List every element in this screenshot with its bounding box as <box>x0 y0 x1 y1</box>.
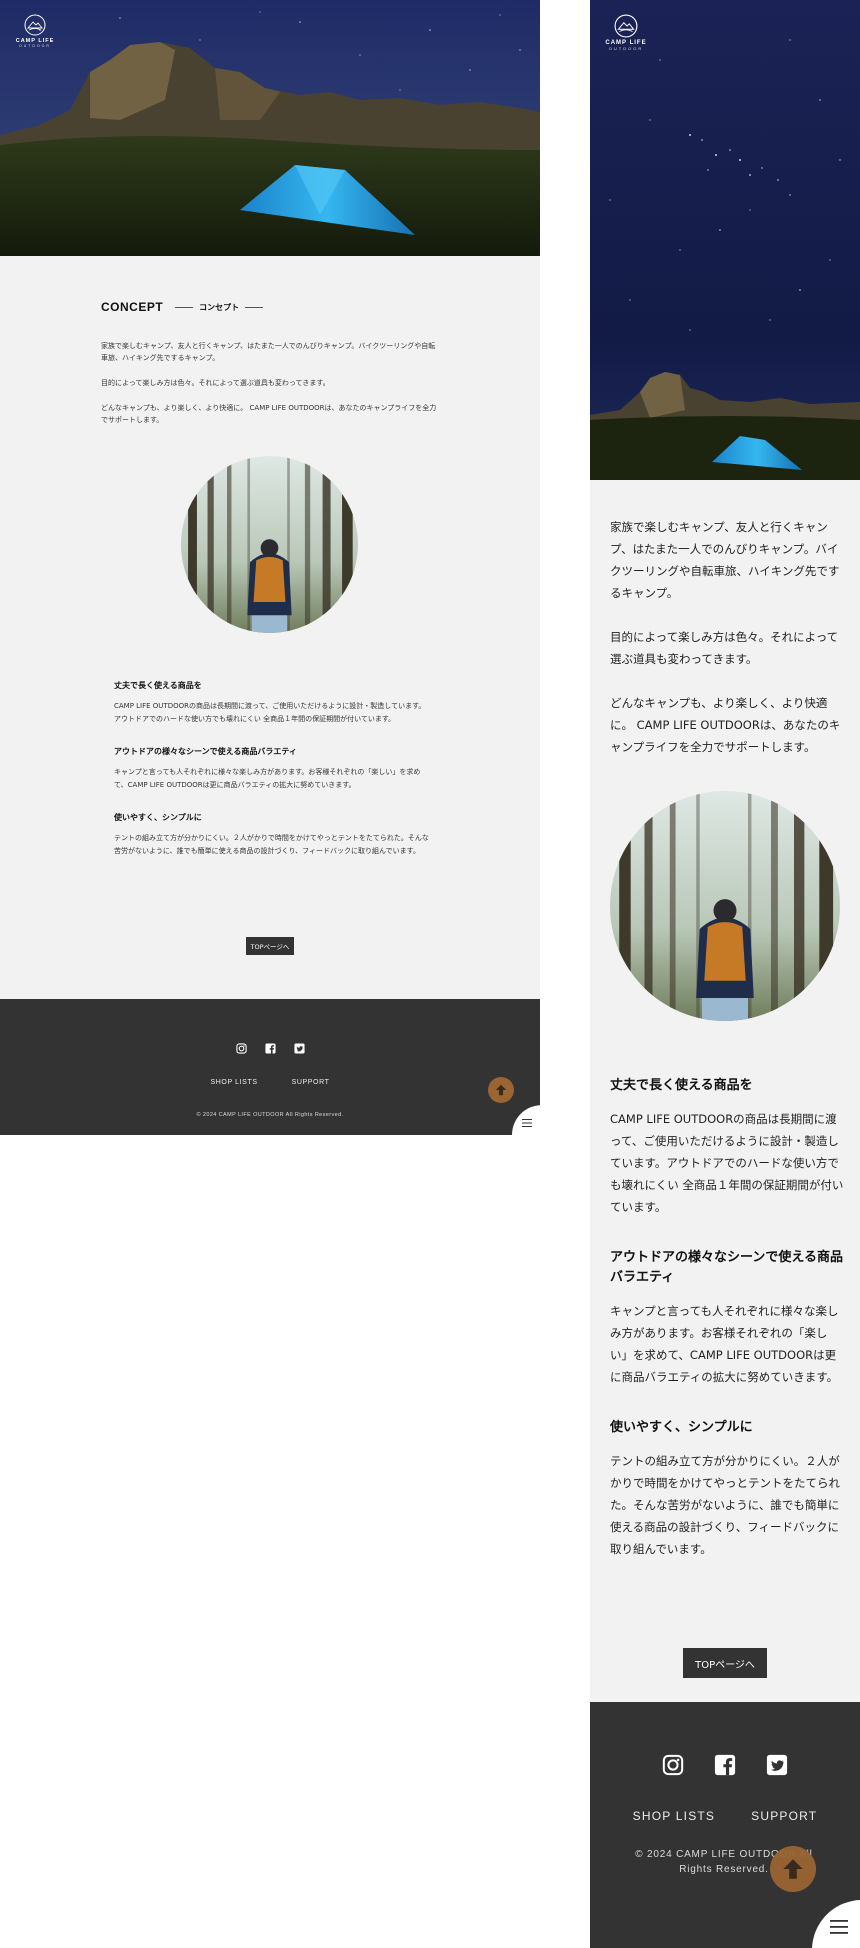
copyright: © 2024 CAMP LIFE OUTDOOR All Rights Rese… <box>196 1112 344 1118</box>
concept-paragraph: どんなキャンプも、より楽しく、より快適に。 CAMP LIFE OUTDOORは… <box>101 404 437 424</box>
concept-heading: CONCEPT コンセプト <box>101 298 441 316</box>
scroll-to-top-button[interactable] <box>770 1846 816 1892</box>
scroll-to-top-button[interactable] <box>488 1077 514 1103</box>
instagram-icon[interactable] <box>235 1039 247 1058</box>
arrow-up-icon <box>495 1084 507 1096</box>
twitter-icon[interactable] <box>293 1039 305 1058</box>
feature-title: アウトドアの様々なシーンで使える商品バラエティ <box>114 747 297 756</box>
footer-link-shop-lists[interactable]: SHOP LISTS <box>633 1809 715 1823</box>
menu-button[interactable] <box>512 1105 540 1135</box>
concept-subtitle: コンセプト <box>199 302 240 312</box>
feature-body: キャンプと言っても人それぞれに様々な楽しみ方があります。お客様それぞれの「楽しい… <box>114 768 421 789</box>
hamburger-icon <box>830 1920 848 1934</box>
hero-image <box>0 0 540 256</box>
concept-title: CONCEPT <box>101 300 164 314</box>
feature-item: 丈夫で長く使える商品を CAMP LIFE OUTDOORの商品は長期間に渡って… <box>114 680 429 726</box>
top-page-button[interactable]: TOPページへ <box>246 937 294 955</box>
logo-sub: OUTDOOR <box>608 46 644 51</box>
feature-body: CAMP LIFE OUTDOORの商品は長期間に渡って、ご使用いただけるように… <box>610 1112 844 1214</box>
concept-text: 家族で楽しむキャンプ、友人と行くキャンプ、はたまた一人でのんびりキャンプ。バイク… <box>101 340 441 426</box>
footer-nav: SHOP LISTS SUPPORT <box>590 1809 860 1823</box>
facebook-icon[interactable] <box>264 1039 276 1058</box>
feature-body: テントの組み立て方が分かりにくい。２人がかりで時間をかけてやっとテントをたてられ… <box>610 1454 840 1556</box>
concept-paragraph: 目的によって楽しみ方は色々。それによって選ぶ道具も変わってきます。 <box>610 630 839 666</box>
footer: SHOP LISTS SUPPORT © 2024 CAMP LIFE OUTD… <box>590 1702 860 1948</box>
features-list: 丈夫で長く使える商品を CAMP LIFE OUTDOORの商品は長期間に渡って… <box>114 680 429 878</box>
canvas: CAMP LIFE OUTDOOR CONCEPT コンセプト 家族で楽しむキャ… <box>0 0 860 1948</box>
mobile-view: CAMP LIFE OUTDOOR 家族で楽しむキャンプ、友人と行くキャンプ、は… <box>590 0 860 1948</box>
hero-image <box>590 0 860 480</box>
forest-hiker-image <box>610 791 840 1021</box>
concept-paragraph: 家族で楽しむキャンプ、友人と行くキャンプ、はたまた一人でのんびりキャンプ。バイク… <box>101 342 436 362</box>
top-page-button[interactable]: TOPページへ <box>683 1648 767 1678</box>
feature-title: 使いやすく、シンプルに <box>114 813 202 822</box>
menu-button[interactable] <box>812 1900 860 1948</box>
twitter-icon[interactable] <box>766 1754 788 1780</box>
concept-paragraph: 目的によって楽しみ方は色々。それによって選ぶ道具も変わってきます。 <box>101 379 330 387</box>
feature-item: 使いやすく、シンプルに テントの組み立て方が分かりにくい。２人がかりで時間をかけ… <box>610 1418 844 1560</box>
site-logo[interactable]: CAMP LIFE OUTDOOR <box>603 14 649 51</box>
instagram-icon[interactable] <box>662 1754 684 1780</box>
features-list: 丈夫で長く使える商品を CAMP LIFE OUTDOORの商品は長期間に渡って… <box>610 1076 844 1590</box>
concept-section: CONCEPT コンセプト 家族で楽しむキャンプ、友人と行くキャンプ、はたまた一… <box>101 298 441 426</box>
social-links <box>590 1754 860 1780</box>
hamburger-icon <box>522 1119 532 1127</box>
divider <box>175 306 194 308</box>
social-links <box>0 1039 540 1058</box>
logo-mountain-icon <box>614 14 638 38</box>
desktop-view: CAMP LIFE OUTDOOR CONCEPT コンセプト 家族で楽しむキャ… <box>0 0 540 1135</box>
logo-sub: OUTDOOR <box>19 44 51 48</box>
site-logo[interactable]: CAMP LIFE OUTDOOR <box>14 14 56 48</box>
footer-link-shop-lists[interactable]: SHOP LISTS <box>210 1079 257 1086</box>
footer-nav: SHOP LISTS SUPPORT <box>0 1079 540 1086</box>
divider <box>245 306 264 308</box>
feature-title: 丈夫で長く使える商品を <box>610 1078 753 1093</box>
feature-title: 丈夫で長く使える商品を <box>114 681 202 690</box>
concept-paragraph: どんなキャンプも、より楽しく、より快適に。 CAMP LIFE OUTDOORは… <box>610 696 841 754</box>
feature-item: 使いやすく、シンプルに テントの組み立て方が分かりにくい。２人がかりで時間をかけ… <box>114 812 429 858</box>
concept-text: 家族で楽しむキャンプ、友人と行くキャンプ、はたまた一人でのんびりキャンプ。バイク… <box>610 516 842 780</box>
footer: SHOP LISTS SUPPORT © 2024 CAMP LIFE OUTD… <box>0 999 540 1135</box>
feature-body: CAMP LIFE OUTDOORの商品は長期間に渡って、ご使用いただけるように… <box>114 702 426 723</box>
facebook-icon[interactable] <box>714 1754 736 1780</box>
arrow-up-icon <box>783 1859 803 1879</box>
feature-title: アウトドアの様々なシーンで使える商品バラエティ <box>610 1250 843 1285</box>
feature-item: アウトドアの様々なシーンで使える商品バラエティ キャンプと言っても人それぞれに様… <box>610 1248 844 1388</box>
feature-body: キャンプと言っても人それぞれに様々な楽しみ方があります。お客様それぞれの「楽しい… <box>610 1304 839 1384</box>
logo-mountain-icon <box>24 14 46 36</box>
feature-body: テントの組み立て方が分かりにくい。２人がかりで時間をかけてやっとテントをたてられ… <box>114 834 429 855</box>
feature-title: 使いやすく、シンプルに <box>610 1420 753 1435</box>
forest-hiker-image <box>181 456 358 633</box>
footer-link-support[interactable]: SUPPORT <box>292 1079 330 1086</box>
feature-item: アウトドアの様々なシーンで使える商品バラエティ キャンプと言っても人それぞれに様… <box>114 746 429 792</box>
feature-item: 丈夫で長く使える商品を CAMP LIFE OUTDOORの商品は長期間に渡って… <box>610 1076 844 1218</box>
footer-link-support[interactable]: SUPPORT <box>751 1809 817 1823</box>
concept-paragraph: 家族で楽しむキャンプ、友人と行くキャンプ、はたまた一人でのんびりキャンプ。バイク… <box>610 520 840 600</box>
